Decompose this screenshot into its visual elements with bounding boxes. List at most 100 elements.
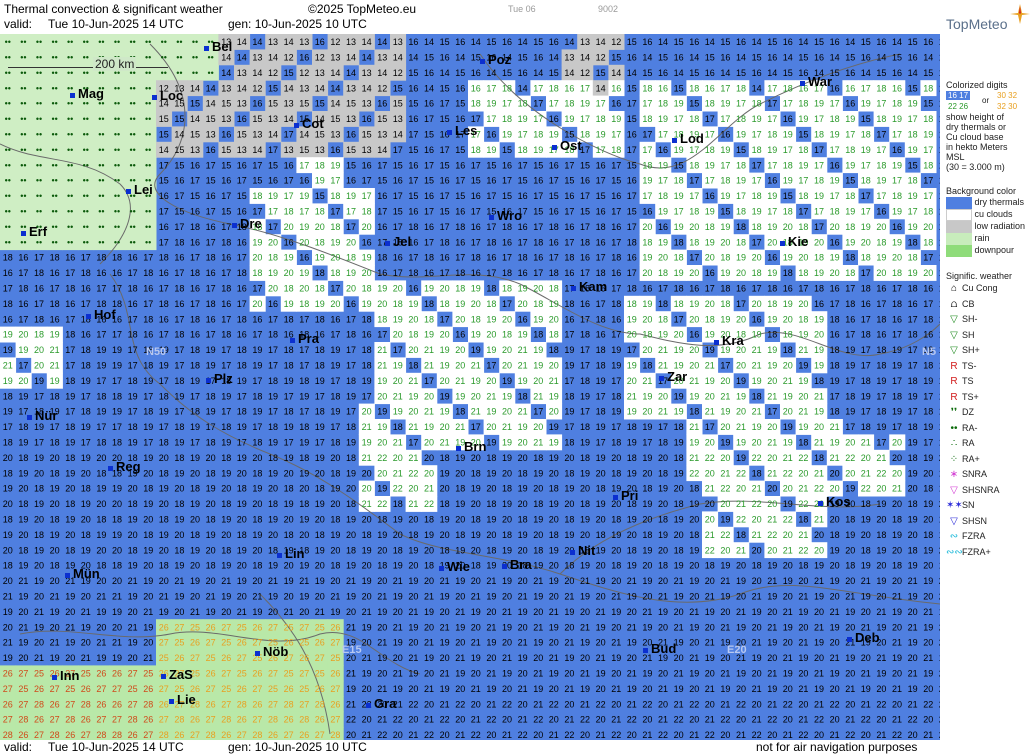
city-label: Dre bbox=[232, 216, 262, 231]
svg-text:19: 19 bbox=[518, 284, 528, 294]
svg-text:21: 21 bbox=[455, 653, 465, 663]
svg-text:16: 16 bbox=[377, 268, 387, 278]
svg-text:20: 20 bbox=[330, 299, 340, 309]
svg-text:19: 19 bbox=[908, 268, 918, 278]
svg-text:17: 17 bbox=[861, 191, 871, 201]
svg-text:17: 17 bbox=[923, 438, 933, 448]
svg-text:22: 22 bbox=[455, 699, 465, 709]
svg-text:21: 21 bbox=[299, 576, 309, 586]
svg-text:22: 22 bbox=[471, 730, 481, 740]
svg-text:14: 14 bbox=[299, 130, 309, 140]
svg-text:17: 17 bbox=[580, 268, 590, 278]
svg-text:20: 20 bbox=[268, 284, 278, 294]
svg-text:19: 19 bbox=[206, 607, 216, 617]
city-label: Loc bbox=[151, 88, 183, 103]
svg-text:15: 15 bbox=[783, 68, 793, 78]
svg-text:19: 19 bbox=[923, 576, 933, 586]
svg-text:19: 19 bbox=[892, 160, 902, 170]
svg-text:19: 19 bbox=[190, 499, 200, 509]
svg-text:17: 17 bbox=[580, 314, 590, 324]
svg-text:20: 20 bbox=[752, 669, 762, 679]
svg-text:14: 14 bbox=[268, 130, 278, 140]
svg-text:19: 19 bbox=[674, 145, 684, 155]
svg-text:15: 15 bbox=[315, 99, 325, 109]
svg-text:27: 27 bbox=[34, 730, 44, 740]
svg-text:20: 20 bbox=[362, 407, 372, 417]
svg-text:19: 19 bbox=[34, 422, 44, 432]
svg-text:19: 19 bbox=[190, 576, 200, 586]
svg-text:17: 17 bbox=[923, 176, 933, 186]
svg-text:15: 15 bbox=[908, 83, 918, 93]
svg-text:••: •• bbox=[20, 130, 26, 140]
svg-text:21: 21 bbox=[705, 684, 715, 694]
svg-text:17: 17 bbox=[96, 330, 106, 340]
svg-text:18: 18 bbox=[143, 361, 153, 371]
svg-text:••: •• bbox=[145, 37, 151, 47]
svg-text:18: 18 bbox=[237, 345, 247, 355]
weather-legend-row: R TS- bbox=[946, 359, 1031, 375]
svg-text:15: 15 bbox=[221, 207, 231, 217]
svg-text:20: 20 bbox=[393, 653, 403, 663]
svg-text:18: 18 bbox=[767, 330, 777, 340]
svg-text:19: 19 bbox=[642, 176, 652, 186]
svg-text:20: 20 bbox=[471, 699, 481, 709]
svg-text:18: 18 bbox=[908, 176, 918, 186]
svg-text:19: 19 bbox=[346, 515, 356, 525]
svg-text:20: 20 bbox=[830, 222, 840, 232]
svg-text:16: 16 bbox=[689, 284, 699, 294]
svg-text:17: 17 bbox=[830, 145, 840, 155]
svg-text:21: 21 bbox=[471, 715, 481, 725]
svg-text:18: 18 bbox=[393, 422, 403, 432]
svg-text:18: 18 bbox=[611, 299, 621, 309]
svg-text:25: 25 bbox=[221, 684, 231, 694]
city-label: Kos bbox=[818, 494, 851, 509]
svg-text:17: 17 bbox=[580, 345, 590, 355]
svg-text:19: 19 bbox=[736, 130, 746, 140]
svg-text:••: •• bbox=[114, 145, 120, 155]
svg-text:18: 18 bbox=[783, 207, 793, 217]
svg-text:21: 21 bbox=[533, 438, 543, 448]
svg-text:16: 16 bbox=[502, 37, 512, 47]
svg-text:16: 16 bbox=[237, 160, 247, 170]
svg-text:21: 21 bbox=[705, 361, 715, 371]
svg-text:17: 17 bbox=[128, 361, 138, 371]
svg-text:22: 22 bbox=[830, 699, 840, 709]
svg-text:19: 19 bbox=[237, 422, 247, 432]
svg-text:20: 20 bbox=[752, 253, 762, 263]
svg-text:21: 21 bbox=[346, 576, 356, 586]
svg-text:18: 18 bbox=[330, 468, 340, 478]
weather-legend-row: ∾ FZRA bbox=[946, 529, 1031, 545]
svg-text:21: 21 bbox=[830, 730, 840, 740]
svg-text:18: 18 bbox=[252, 468, 262, 478]
svg-text:15: 15 bbox=[455, 68, 465, 78]
svg-text:18: 18 bbox=[190, 268, 200, 278]
svg-text:20: 20 bbox=[50, 453, 60, 463]
forecast-map[interactable]: •• •• •• •• •• •• •• •• •• •• •• •• •• •• 13 14 14 13 14 13… bbox=[0, 34, 940, 740]
svg-text:17: 17 bbox=[393, 222, 403, 232]
svg-text:19: 19 bbox=[814, 345, 824, 355]
svg-text:13: 13 bbox=[268, 37, 278, 47]
svg-text:17: 17 bbox=[752, 130, 762, 140]
svg-text:14: 14 bbox=[190, 114, 200, 124]
svg-text:18: 18 bbox=[3, 253, 13, 263]
svg-text:18: 18 bbox=[221, 330, 231, 340]
svg-text:••: •• bbox=[51, 37, 57, 47]
svg-text:18: 18 bbox=[798, 561, 808, 571]
svg-text:18: 18 bbox=[596, 114, 606, 124]
city-label: Wie bbox=[439, 559, 470, 574]
svg-text:20: 20 bbox=[424, 576, 434, 586]
svg-text:17: 17 bbox=[892, 176, 902, 186]
svg-text:19: 19 bbox=[736, 622, 746, 632]
svg-text:20: 20 bbox=[642, 222, 652, 232]
svg-text:19: 19 bbox=[424, 530, 434, 540]
svg-text:17: 17 bbox=[268, 345, 278, 355]
svg-text:19: 19 bbox=[705, 237, 715, 247]
svg-text:20: 20 bbox=[174, 607, 184, 617]
desc-line: MSL bbox=[946, 152, 1031, 162]
svg-text:17: 17 bbox=[876, 299, 886, 309]
svg-text:16: 16 bbox=[486, 130, 496, 140]
svg-text:14: 14 bbox=[518, 83, 528, 93]
svg-text:15: 15 bbox=[923, 68, 933, 78]
svg-text:18: 18 bbox=[596, 222, 606, 232]
svg-text:21: 21 bbox=[50, 345, 60, 355]
